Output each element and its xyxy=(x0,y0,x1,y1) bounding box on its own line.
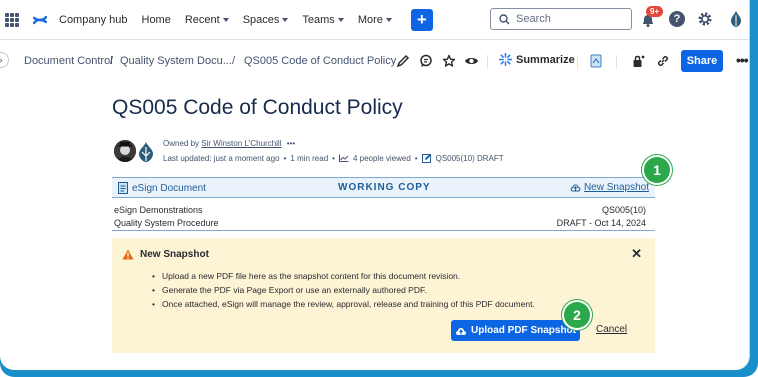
panel-title: New Snapshot xyxy=(140,249,209,260)
new-snapshot-link[interactable]: New Snapshot xyxy=(570,182,649,193)
list-item: Upload a new PDF file here as the snapsh… xyxy=(152,269,535,283)
comment-icon[interactable] xyxy=(419,54,433,68)
create-button[interactable]: + xyxy=(410,8,433,31)
list-item: Generate the PDF via Page Export or use … xyxy=(152,283,535,297)
page-title: QS005 Code of Conduct Policy xyxy=(112,96,403,119)
close-icon[interactable]: ✕ xyxy=(631,246,642,262)
summarize-label: Summarize xyxy=(516,53,575,66)
breadcrumb-document-control[interactable]: Document Control xyxy=(24,55,113,67)
owner-more-menu[interactable]: ••• xyxy=(287,139,295,148)
copy-link-icon[interactable] xyxy=(656,54,670,68)
breadcrumb-separator: / xyxy=(232,55,236,67)
confluence-window: Company hub Home Recent Spaces Teams Mor… xyxy=(0,0,750,370)
nav-label: Spaces xyxy=(242,13,280,26)
page-toolbar: › Document Control / Quality System Docu… xyxy=(0,44,749,76)
toolbar-divider xyxy=(616,55,617,69)
instructions-list: Upload a new PDF file here as the snapsh… xyxy=(152,269,535,311)
nav-label: Recent xyxy=(184,13,220,26)
nav-more-dropdown[interactable]: More xyxy=(358,14,392,26)
owned-by-prefix: Owned by xyxy=(163,139,200,148)
page-meta-line: Last updated: just a moment ago • 1 min … xyxy=(163,153,504,163)
nav-label: More xyxy=(357,13,383,26)
search-icon xyxy=(499,13,510,24)
owner-link[interactable]: Sir Winston L'Churchill xyxy=(201,139,281,148)
help-icon[interactable]: ? xyxy=(669,11,685,27)
esign-revision: QS005(10) xyxy=(601,205,646,215)
working-copy-label: WORKING COPY xyxy=(338,182,431,193)
owner-line: Owned by Sir Winston L'Churchill ••• xyxy=(163,139,295,148)
esign-document-icon xyxy=(118,182,128,194)
nav-label: Teams xyxy=(302,13,335,26)
meta-separator: • xyxy=(414,153,418,163)
warning-icon xyxy=(122,249,134,260)
toolbar-divider xyxy=(577,55,578,69)
breadcrumb-current-page[interactable]: QS005 Code of Conduct Policy xyxy=(244,55,396,67)
collapse-sidebar-button[interactable]: › xyxy=(0,52,9,68)
cancel-link[interactable]: Cancel xyxy=(596,324,627,335)
version-tag[interactable]: QS005(10) DRAFT xyxy=(436,154,504,163)
gear-icon[interactable] xyxy=(697,11,713,27)
notifications-badge: 9+ xyxy=(646,6,664,17)
list-item: Once attached, eSign will manage the rev… xyxy=(152,297,535,311)
chevron-down-icon xyxy=(222,17,229,22)
upload-button-label: Upload PDF Snapshot xyxy=(471,325,576,336)
chevron-down-icon xyxy=(385,17,392,22)
edit-pencil-icon[interactable] xyxy=(396,54,410,68)
cloud-upload-icon xyxy=(570,184,581,192)
toolbar-divider xyxy=(487,55,488,69)
owner-avatar[interactable] xyxy=(114,140,136,162)
esign-category: eSign Demonstrations xyxy=(114,205,203,215)
summarize-button[interactable]: Summarize xyxy=(499,53,575,66)
top-navigation: Company hub Home Recent Spaces Teams Mor… xyxy=(0,0,749,40)
nav-label: Company hub xyxy=(59,13,128,26)
esign-header-bar: eSign Document WORKING COPY New Snapshot xyxy=(112,177,655,198)
edit-version-icon xyxy=(421,153,431,163)
star-icon[interactable] xyxy=(442,54,456,68)
nav-spaces-dropdown[interactable]: Spaces xyxy=(243,14,289,26)
nav-teams-dropdown[interactable]: Teams xyxy=(302,13,344,26)
upload-pdf-snapshot-button[interactable]: Upload PDF Snapshot xyxy=(451,320,580,341)
app-switcher-icon[interactable] xyxy=(5,12,19,27)
step-marker-1: 1 xyxy=(644,157,670,183)
esign-app-icon[interactable] xyxy=(590,54,602,68)
step-marker-2: 2 xyxy=(564,302,590,328)
nav-company-hub[interactable]: Company hub xyxy=(59,14,128,26)
user-avatar[interactable] xyxy=(729,10,743,28)
sparkle-ai-icon xyxy=(499,53,512,66)
analytics-chart-icon xyxy=(338,154,349,162)
chevron-down-icon xyxy=(337,17,344,22)
chevron-down-icon xyxy=(282,17,289,22)
esign-document-link[interactable]: eSign Document xyxy=(118,182,206,194)
search-input[interactable]: Search xyxy=(490,8,632,30)
read-time: 1 min read xyxy=(290,153,329,163)
search-placeholder: Search xyxy=(516,13,551,25)
confluence-logo-icon[interactable] xyxy=(33,13,47,27)
new-snapshot-panel: New Snapshot ✕ Upload a new PDF file her… xyxy=(112,238,655,353)
restrictions-lock-icon[interactable] xyxy=(632,54,645,68)
breadcrumb-quality-system[interactable]: Quality System Docu... xyxy=(120,55,232,67)
contributor-avatar[interactable] xyxy=(137,141,155,163)
esign-document-label: eSign Document xyxy=(132,182,206,194)
watch-eye-icon[interactable] xyxy=(464,54,479,68)
nav-home[interactable]: Home xyxy=(142,14,171,26)
nav-recent-dropdown[interactable]: Recent xyxy=(185,14,229,26)
esign-status-date: DRAFT - Oct 14, 2024 xyxy=(556,218,646,228)
viewers-count[interactable]: 4 people viewed xyxy=(353,154,411,163)
cloud-upload-icon xyxy=(455,327,467,335)
esign-document-type: Quality System Procedure xyxy=(114,218,219,228)
more-actions-button[interactable]: ••• xyxy=(736,52,749,68)
share-button[interactable]: Share xyxy=(681,50,723,72)
nav-label: Home xyxy=(141,13,171,26)
new-snapshot-label: New Snapshot xyxy=(583,182,649,193)
esign-divider xyxy=(112,230,655,231)
breadcrumb-separator: / xyxy=(110,55,114,67)
meta-separator: • xyxy=(332,153,335,163)
meta-separator: • xyxy=(283,153,287,163)
last-updated: Last updated: just a moment ago xyxy=(163,153,280,163)
